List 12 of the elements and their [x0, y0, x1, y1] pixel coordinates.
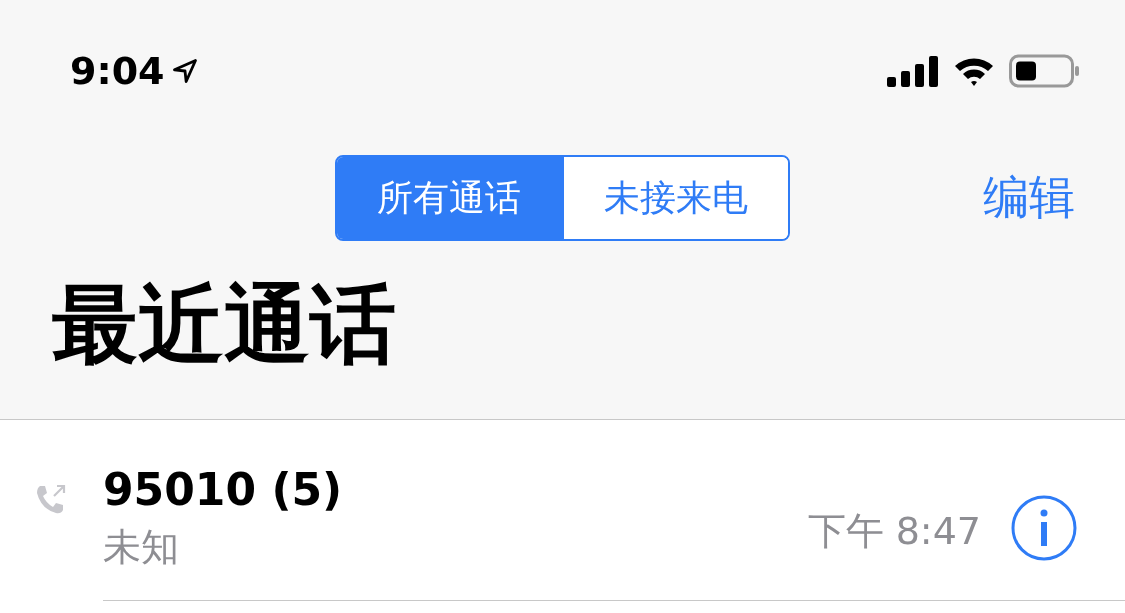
- signal-icon: [887, 55, 939, 87]
- caller-label: 未知: [103, 523, 180, 571]
- edit-button[interactable]: 编辑: [983, 167, 1075, 229]
- info-icon[interactable]: [1011, 495, 1077, 561]
- call-time: 下午 8:47: [807, 507, 981, 555]
- location-arrow-icon: [170, 57, 199, 85]
- caller-name: 95010 (5): [103, 465, 344, 516]
- status-time: 9:04: [70, 49, 165, 93]
- battery-icon: [1009, 54, 1081, 88]
- segment-tab[interactable]: 未接来电: [561, 157, 788, 239]
- segment-tab[interactable]: 所有通话: [337, 157, 562, 239]
- page-title: 最近通话: [51, 273, 397, 367]
